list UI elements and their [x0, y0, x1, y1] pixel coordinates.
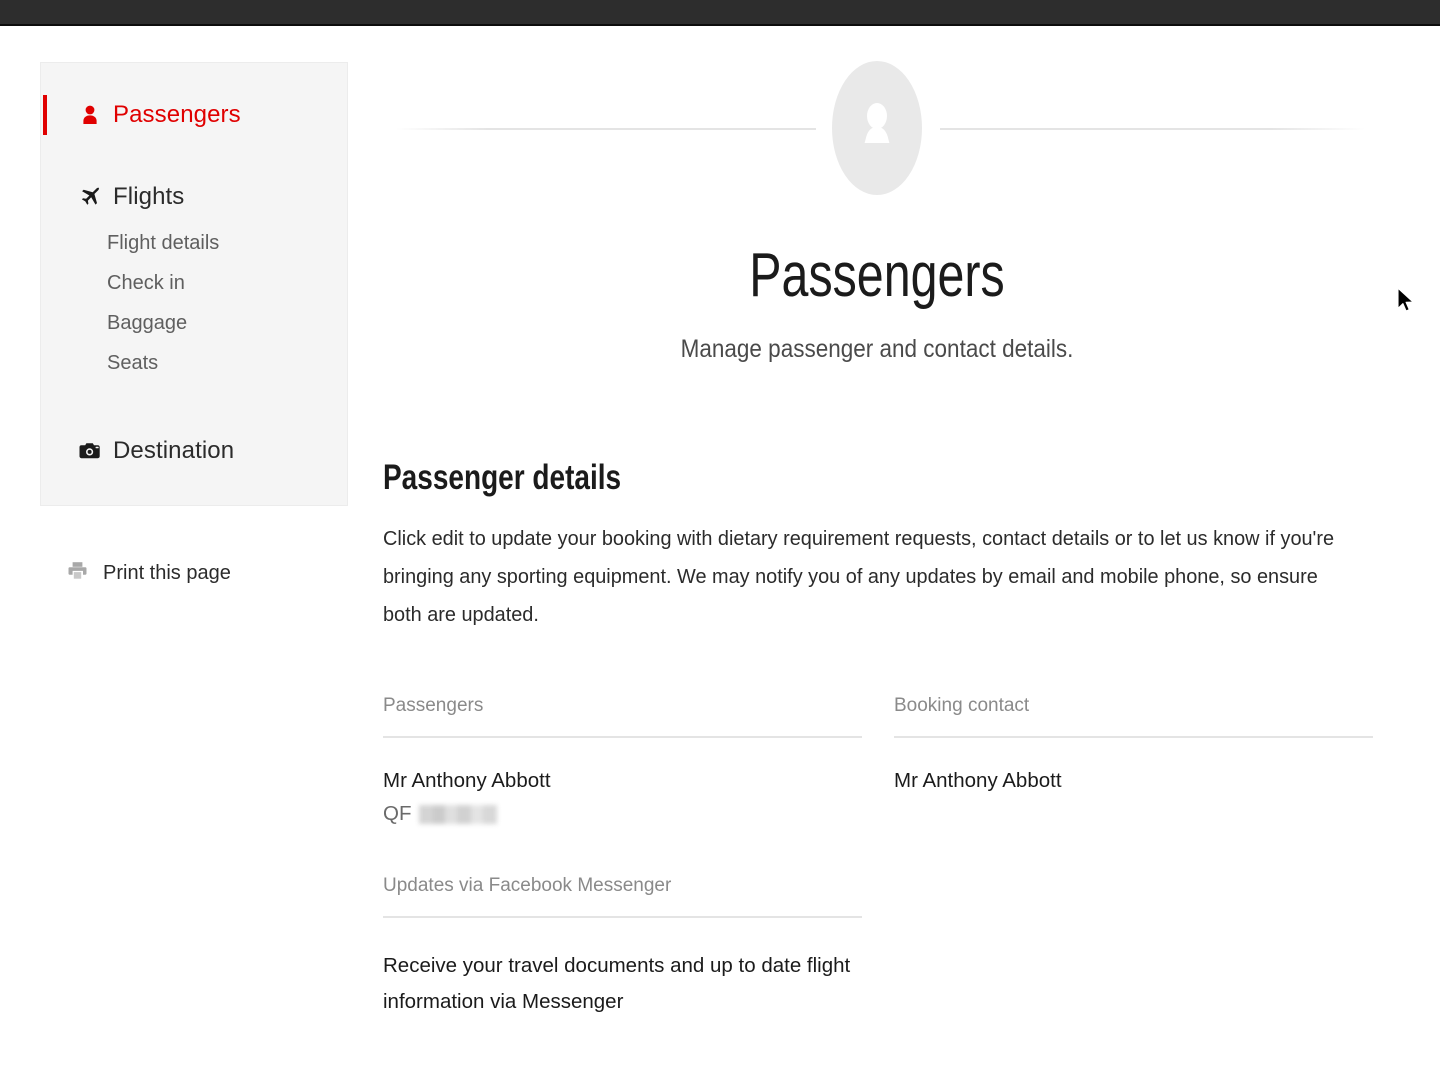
booking-contact-field-label: Booking contact [894, 695, 1030, 716]
printer-icon [68, 561, 87, 585]
main-content: Passengers Manage passenger and contact … [381, 0, 1373, 1020]
page-root: Passengers Flights Flight details Check … [0, 0, 1440, 1080]
passengers-column: Passengers Mr Anthony Abbott QF Updates … [383, 694, 894, 1020]
sidebar-item-passengers[interactable]: Passengers [41, 89, 347, 141]
passenger-name: Mr Anthony Abbott [383, 769, 551, 792]
person-avatar-icon [832, 61, 922, 195]
booking-contact-column: Booking contact Mr Anthony Abbott [894, 694, 1375, 1020]
avatar-band [381, 55, 1373, 205]
messenger-field-label: Updates via Facebook Messenger [383, 875, 672, 896]
sidebar-item-flights[interactable]: Flights [41, 171, 347, 223]
active-indicator-bar [43, 95, 47, 135]
camera-icon [79, 438, 101, 464]
messenger-description: Receive your travel documents and up to … [383, 954, 851, 1013]
mouse-cursor [1397, 287, 1417, 320]
divider-right [940, 128, 1365, 130]
passengers-field-label: Passengers [383, 695, 484, 716]
sidebar-item-destination[interactable]: Destination [41, 425, 347, 477]
field-divider [894, 736, 1373, 738]
print-this-page-label: Print this page [103, 562, 231, 584]
divider-left [396, 128, 816, 130]
person-icon [79, 102, 101, 128]
sidebar-item-seats[interactable]: Seats [41, 343, 347, 383]
airplane-icon [79, 184, 101, 210]
sidebar-item-check-in[interactable]: Check in [41, 263, 347, 303]
field-divider [383, 916, 862, 918]
sidebar-item-label: Flights [113, 183, 185, 210]
sidebar-item-flight-details[interactable]: Flight details [41, 223, 347, 263]
sidebar-item-label: Passengers [113, 101, 241, 128]
section-heading: Passenger details [383, 458, 622, 497]
page-title: Passengers [749, 241, 1005, 310]
booking-contact-name: Mr Anthony Abbott [894, 769, 1062, 792]
frequent-flyer-row: QF [383, 800, 894, 828]
section-description: Click edit to update your booking with d… [383, 527, 1335, 626]
sidebar-item-baggage[interactable]: Baggage [41, 303, 347, 343]
sidebar-item-label: Destination [113, 437, 235, 464]
print-this-page-link[interactable]: Print this page [68, 560, 231, 586]
frequent-flyer-number-redacted [419, 804, 498, 824]
messenger-block: Updates via Facebook Messenger Receive y… [383, 874, 894, 1020]
sidebar-navigation: Passengers Flights Flight details Check … [40, 62, 348, 506]
passenger-details-section: Passenger details Click edit to update y… [381, 458, 1373, 1020]
frequent-flyer-prefix: QF [383, 802, 412, 825]
field-divider [383, 736, 862, 738]
details-columns: Passengers Mr Anthony Abbott QF Updates … [383, 694, 1373, 1020]
page-subtitle: Manage passenger and contact details. [680, 335, 1074, 363]
